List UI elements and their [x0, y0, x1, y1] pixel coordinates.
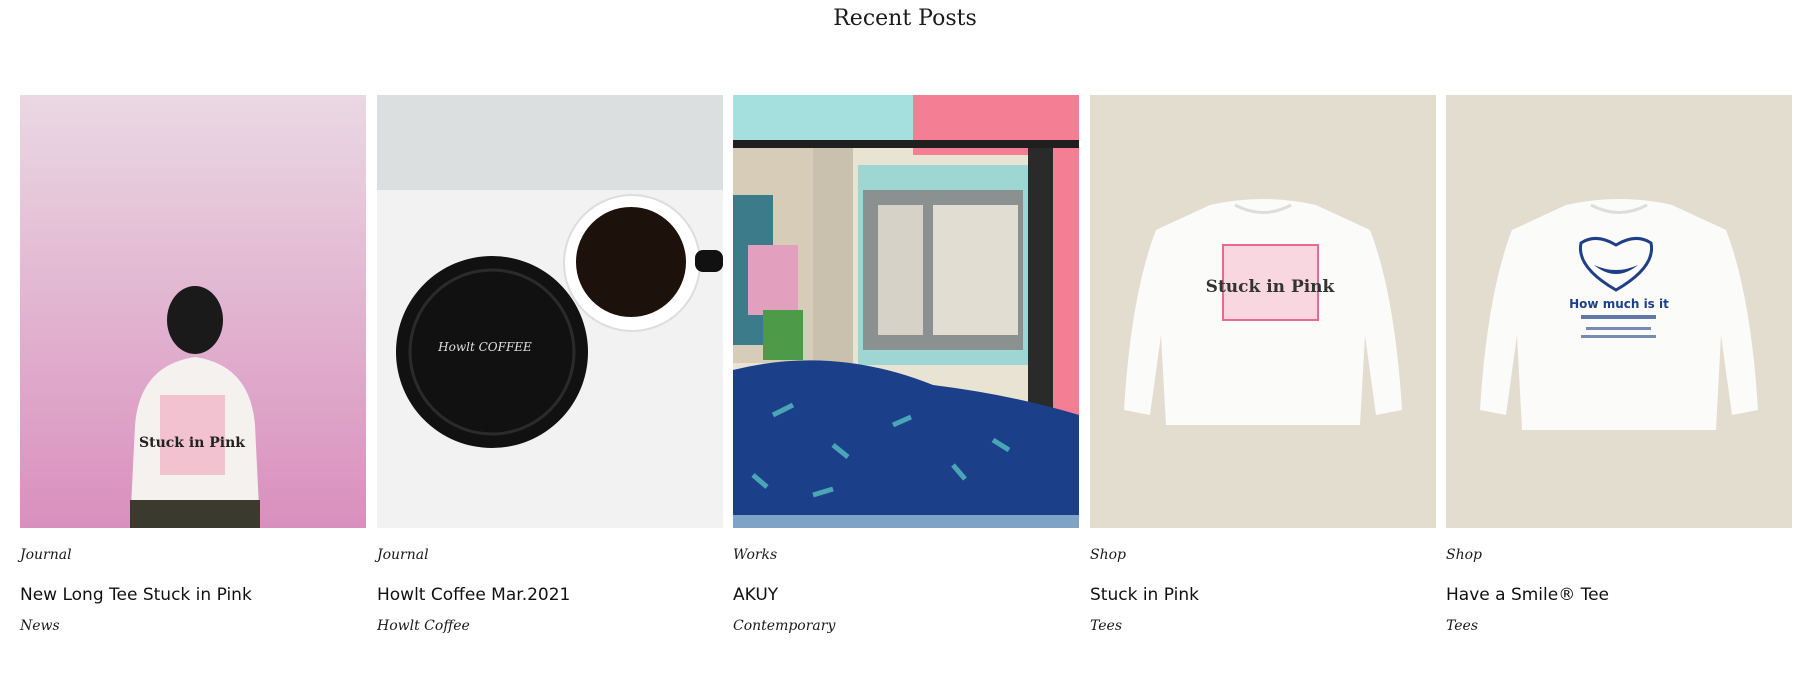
post-thumbnail-3[interactable]: [733, 95, 1079, 528]
post-card-1[interactable]: Stuck in Pink Journal New Long Tee Stuck…: [20, 95, 366, 634]
post-subcategory[interactable]: Howlt Coffee: [377, 618, 470, 634]
room-illustration: [733, 95, 1079, 528]
post-subcategory[interactable]: Tees: [1090, 618, 1122, 634]
tee-print-text-5: How much is it: [1569, 297, 1669, 311]
post-card-2[interactable]: Howlt COFFEE Journal Howlt Coffee Mar.20…: [377, 95, 723, 634]
white-longsleeve-blue-print: How much is it: [1446, 95, 1792, 528]
post-category[interactable]: Works: [733, 547, 777, 563]
post-card-4[interactable]: Stuck in Pink Shop Stuck in Pink Tees: [1090, 95, 1436, 634]
post-subcategory[interactable]: Contemporary: [733, 618, 835, 634]
post-thumbnail-1[interactable]: Stuck in Pink: [20, 95, 366, 528]
post-title[interactable]: AKUY: [733, 585, 778, 605]
post-subcategory[interactable]: News: [20, 618, 60, 634]
tee-print-text-1: Stuck in Pink: [139, 435, 245, 451]
post-title[interactable]: Stuck in Pink: [1090, 585, 1199, 605]
person-pink-wall-photo: Stuck in Pink: [20, 95, 366, 528]
post-thumbnail-5[interactable]: How much is it: [1446, 95, 1792, 528]
coffee-cup-saucer-photo: Howlt COFFEE: [377, 95, 723, 528]
post-thumbnail-4[interactable]: Stuck in Pink: [1090, 95, 1436, 528]
post-category[interactable]: Journal: [377, 547, 429, 563]
saucer-print-text: Howlt COFFEE: [437, 340, 532, 354]
post-title[interactable]: New Long Tee Stuck in Pink: [20, 585, 252, 605]
post-title[interactable]: Have a Smile® Tee: [1446, 585, 1609, 605]
post-category[interactable]: Shop: [1446, 547, 1482, 563]
post-category[interactable]: Shop: [1090, 547, 1126, 563]
post-subcategory[interactable]: Tees: [1446, 618, 1478, 634]
post-card-3[interactable]: Works AKUY Contemporary: [733, 95, 1079, 634]
section-heading: Recent Posts: [833, 6, 977, 31]
white-longsleeve-pink-print: Stuck in Pink: [1090, 95, 1436, 528]
post-thumbnail-2[interactable]: Howlt COFFEE: [377, 95, 723, 528]
post-category[interactable]: Journal: [20, 547, 72, 563]
tee-print-text-4: Stuck in Pink: [1206, 277, 1336, 297]
post-title[interactable]: Howlt Coffee Mar.2021: [377, 585, 570, 605]
post-card-5[interactable]: How much is it Shop Have a Smile® Tee Te…: [1446, 95, 1792, 634]
